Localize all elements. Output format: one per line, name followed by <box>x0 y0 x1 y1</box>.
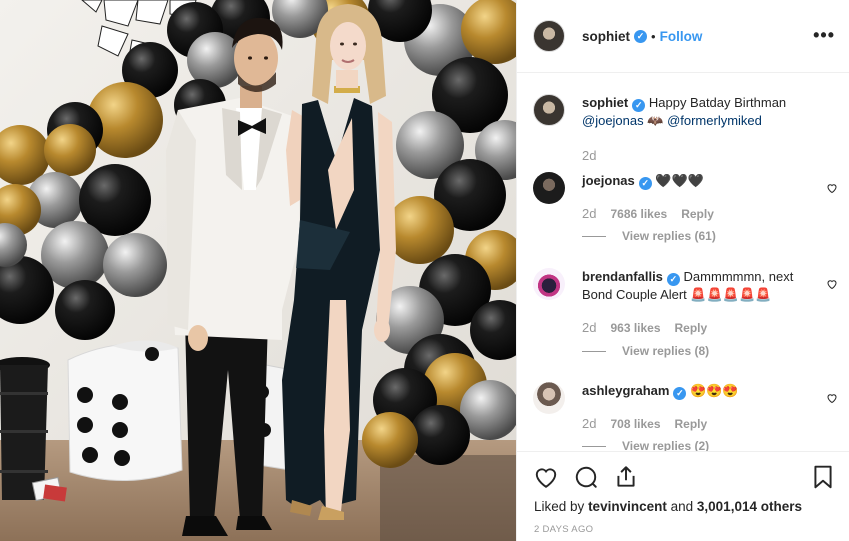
more-options-icon[interactable]: ••• <box>813 26 835 44</box>
sophiet-avatar[interactable] <box>533 20 565 52</box>
post-actions: Liked by tevinvincent and 3,001,014 othe… <box>517 451 849 541</box>
replies-divider-line <box>582 351 606 353</box>
view-replies-label: View replies (61) <box>622 229 716 243</box>
brendanfallis-avatar[interactable] <box>533 268 565 300</box>
comment-body: 🖤🖤🖤 <box>655 173 704 188</box>
like-comment-heart-icon[interactable] <box>826 278 838 290</box>
mention-joejonas[interactable]: @joejonas <box>582 113 644 128</box>
instagram-post: sophiet ✓ • Follow ••• sophiet ✓ Happy Ba… <box>0 0 849 541</box>
share-icon[interactable] <box>613 464 639 490</box>
replies-divider-line <box>582 236 606 238</box>
bat-emoji: 🦇 <box>647 113 664 128</box>
posted-time[interactable]: 2 DAYS AGO <box>534 524 593 535</box>
post-header: sophiet ✓ • Follow ••• <box>517 0 849 73</box>
bookmark-icon[interactable] <box>810 464 836 490</box>
caption-username[interactable]: sophiet <box>582 95 628 110</box>
reply-button[interactable]: Reply <box>675 321 708 335</box>
comment-likes[interactable]: 708 likes <box>610 417 660 431</box>
separator-dot: • <box>651 28 656 44</box>
mention-formerlymiked[interactable]: @formerlymiked <box>667 113 762 128</box>
comment-text: joejonas ✓ 🖤🖤🖤 <box>582 172 812 190</box>
verified-badge-icon: ✓ <box>634 29 648 43</box>
like-comment-heart-icon[interactable] <box>826 182 838 194</box>
view-replies-label: View replies (2) <box>622 439 710 451</box>
liked-by-count[interactable]: 3,001,014 others <box>697 499 802 514</box>
liked-by-user[interactable]: tevinvincent <box>588 499 667 514</box>
comment-meta: 2d 708 likes Reply <box>582 416 707 431</box>
heart-icon[interactable] <box>533 464 559 490</box>
verified-badge-icon: ✓ <box>638 177 652 190</box>
comment-meta: 2d 963 likes Reply <box>582 320 707 335</box>
reply-button[interactable]: Reply <box>675 417 708 431</box>
view-replies-button[interactable]: View replies (8) <box>582 344 709 358</box>
verified-badge-icon: ✓ <box>666 273 680 286</box>
comments-list[interactable]: sophiet ✓ Happy Batday Birthman @joejonas… <box>517 74 849 451</box>
sophiet-avatar[interactable] <box>533 94 565 126</box>
comment-date[interactable]: 2d <box>582 416 596 431</box>
comment-username[interactable]: brendanfallis <box>582 269 663 284</box>
view-replies-label: View replies (8) <box>622 344 710 358</box>
caption-text: sophiet ✓ Happy Batday Birthman @joejonas… <box>582 94 812 130</box>
caption-date[interactable]: 2d <box>582 148 596 163</box>
replies-divider-line <box>582 446 606 448</box>
like-comment-heart-icon[interactable] <box>826 392 838 404</box>
comment-body: 😍😍😍 <box>690 383 739 398</box>
ashleygraham-avatar[interactable] <box>533 382 565 414</box>
verified-badge-icon: ✓ <box>673 387 687 400</box>
party-photo-illustration <box>0 0 516 541</box>
comment-meta: 2d 7686 likes Reply <box>582 206 714 221</box>
follow-button[interactable]: Follow <box>660 29 703 44</box>
comment-username[interactable]: ashleygraham <box>582 383 669 398</box>
view-replies-button[interactable]: View replies (61) <box>582 229 716 243</box>
view-replies-button[interactable]: View replies (2) <box>582 439 709 451</box>
comment-date[interactable]: 2d <box>582 320 596 335</box>
comment-icon[interactable] <box>573 464 599 490</box>
comment-likes[interactable]: 7686 likes <box>610 207 667 221</box>
comment-likes[interactable]: 963 likes <box>610 321 660 335</box>
likes-summary: Liked by tevinvincent and 3,001,014 othe… <box>534 499 802 514</box>
post-side-panel: sophiet ✓ • Follow ••• sophiet ✓ Happy Ba… <box>516 0 849 541</box>
post-photo[interactable] <box>0 0 516 541</box>
comment-username[interactable]: joejonas <box>582 173 635 188</box>
reply-button[interactable]: Reply <box>681 207 714 221</box>
caption-body: Happy Batday Birthman <box>648 95 787 110</box>
comment-text: brendanfallis ✓ Dammmmmn, next Bond Coupl… <box>582 268 812 304</box>
stool <box>0 357 50 500</box>
comment-text: ashleygraham ✓ 😍😍😍 <box>582 382 812 400</box>
joejonas-avatar[interactable] <box>533 172 565 204</box>
liked-by-prefix: Liked by <box>534 499 585 514</box>
liked-by-and: and <box>670 499 694 514</box>
post-author-username[interactable]: sophiet <box>582 29 630 44</box>
verified-badge-icon: ✓ <box>632 99 646 112</box>
comment-date[interactable]: 2d <box>582 206 596 221</box>
